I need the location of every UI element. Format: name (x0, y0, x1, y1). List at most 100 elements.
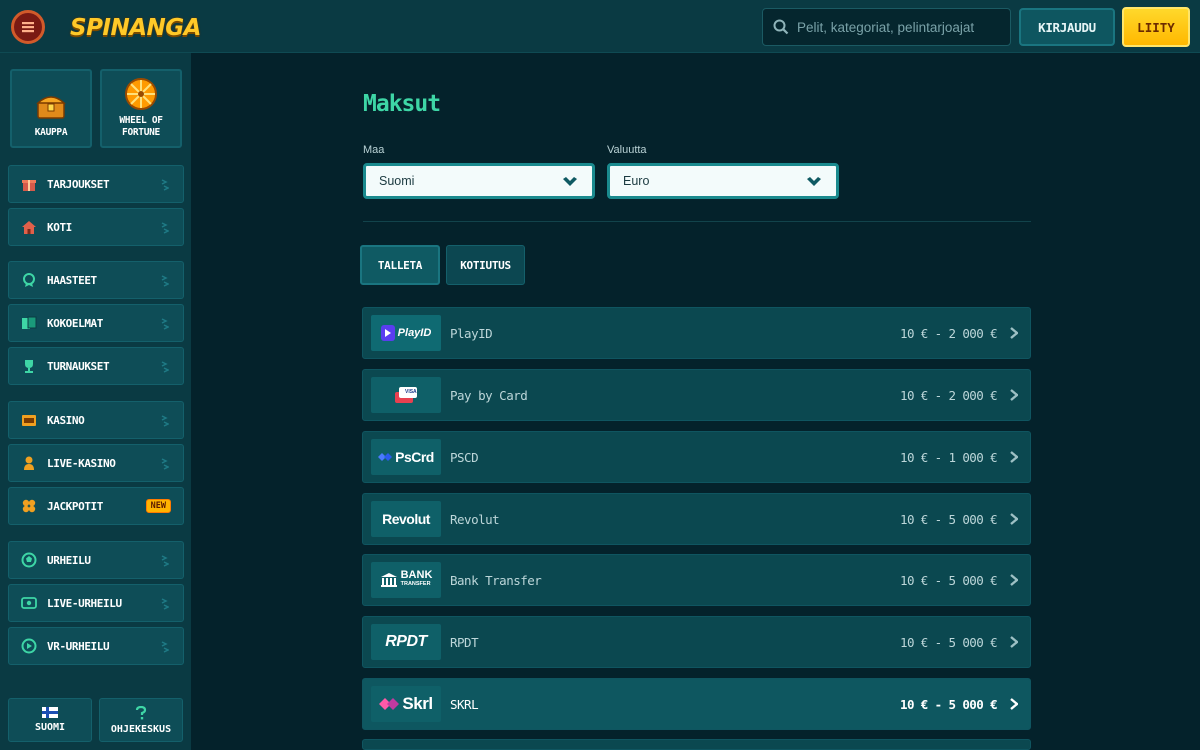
search-input[interactable] (797, 19, 997, 35)
cards-icon (20, 315, 37, 332)
currency-value: Euro (623, 174, 650, 188)
chevron-down-icon (807, 177, 821, 186)
gift-icon (20, 176, 37, 193)
sidebar-item-label: HAASTEET (47, 273, 97, 287)
sidebar-item-haasteet[interactable]: HAASTEET (8, 261, 184, 299)
drag-handle-icon (161, 222, 169, 234)
sidebar-item-label: KOTI (47, 220, 72, 234)
skrl-icon (379, 698, 400, 710)
sidebar-item-label: URHEILU (47, 553, 91, 567)
drag-handle-icon (161, 361, 169, 373)
chevron-right-icon (1010, 327, 1018, 339)
sidebar-item-vr-urheilu[interactable]: VR-URHEILU (8, 627, 184, 665)
rpdt-logo: RPDT (371, 624, 441, 660)
home-icon (20, 219, 37, 236)
drag-handle-icon (161, 179, 169, 191)
payment-method-name: PlayID (450, 326, 493, 341)
question-icon (135, 705, 147, 719)
payment-method-row[interactable]: PlayID PlayID 10 € - 2 000 € (362, 307, 1031, 359)
promo-shop[interactable]: KAUPPA (10, 69, 92, 148)
dealer-icon (20, 455, 37, 472)
payment-method-name: SKRL (450, 697, 479, 712)
trophy-icon (20, 358, 37, 375)
playid-logo: PlayID (371, 315, 441, 351)
sidebar-item-kokoelmat[interactable]: KOKOELMAT (8, 304, 184, 342)
skrl-logo: Skrl (371, 686, 441, 722)
payment-method-range: 10 € - 2 000 € (900, 388, 998, 403)
help-label: OHJEKESKUS (110, 723, 172, 735)
pscrd-icon (378, 453, 393, 461)
help-center-button[interactable]: OHJEKESKUS (99, 698, 183, 742)
country-label: Maa (363, 144, 385, 156)
brand-name: SPINANGA (70, 15, 201, 41)
country-value: Suomi (379, 174, 415, 188)
drag-handle-icon (161, 555, 169, 567)
currency-select[interactable]: Euro (607, 163, 839, 199)
promo-wheel-of-fortune[interactable]: WHEEL OF FORTUNE (100, 69, 182, 148)
payment-method-row[interactable]: BANK TRANSFER Bank Transfer 10 € - 5 000… (362, 554, 1031, 606)
brand-logo[interactable]: SPINANGA (70, 8, 201, 48)
sidebar-item-turnaukset[interactable]: TURNAUKSET (8, 347, 184, 385)
login-button[interactable]: KIRJAUDU (1019, 8, 1115, 46)
sidebar-item-urheilu[interactable]: URHEILU (8, 541, 184, 579)
sidebar-item-label: TURNAUKSET (47, 359, 110, 373)
page-title: Maksut (363, 91, 441, 117)
sidebar-item-kasino[interactable]: KASINO (8, 401, 184, 439)
search-box[interactable] (762, 8, 1011, 46)
payment-method-row[interactable]: Skrl SKRL 10 € - 5 000 € (362, 678, 1031, 730)
top-header: SPINANGA KIRJAUDU LIITY (0, 0, 1200, 53)
sidebar-item-label: VR-URHEILU (47, 639, 110, 653)
promo-label: WHEEL OF FORTUNE (119, 115, 163, 138)
tab-deposit[interactable]: TALLETA (360, 245, 440, 285)
sidebar-item-live-urheilu[interactable]: LIVE-URHEILU (8, 584, 184, 622)
sidebar-item-koti[interactable]: KOTI (8, 208, 184, 246)
ball-icon (20, 552, 37, 569)
payment-method-range: 10 € - 5 000 € (900, 635, 998, 650)
payment-method-range: 10 € - 2 000 € (900, 326, 998, 341)
clover-icon (20, 498, 37, 515)
payment-method-name: Revolut (450, 512, 500, 527)
chest-icon (36, 96, 66, 119)
chevron-right-icon (1010, 636, 1018, 648)
payment-method-range: 10 € - 1 000 € (900, 450, 998, 465)
chevron-right-icon (1010, 698, 1018, 710)
payment-method-row[interactable]: RPDT RPDT 10 € - 5 000 € (362, 616, 1031, 668)
tab-withdrawal[interactable]: KOTIUTUS (446, 245, 525, 285)
payment-method-name: Pay by Card (450, 388, 528, 403)
payment-method-row[interactable] (362, 739, 1031, 750)
language-label: SUOMI (34, 722, 66, 733)
join-button[interactable]: LIITY (1122, 7, 1190, 47)
vr-icon (20, 638, 37, 655)
payment-method-range: 10 € - 5 000 € (900, 573, 998, 588)
drag-handle-icon (161, 415, 169, 427)
menu-button[interactable] (11, 10, 45, 44)
medal-icon (20, 272, 37, 289)
chevron-right-icon (1010, 451, 1018, 463)
sidebar-item-jackpotit[interactable]: JACKPOTIT NEW (8, 487, 184, 525)
search-icon (773, 19, 789, 35)
drag-handle-icon (161, 318, 169, 330)
country-select[interactable]: Suomi (363, 163, 595, 199)
payment-method-range: 10 € - 5 000 € (900, 697, 998, 712)
wheel-icon (125, 78, 157, 110)
payment-method-name: RPDT (450, 635, 479, 650)
sidebar-item-label: KASINO (47, 413, 85, 427)
sidebar-item-label: LIVE-URHEILU (47, 596, 122, 610)
language-button[interactable]: SUOMI (8, 698, 92, 742)
slot-icon (20, 412, 37, 429)
chevron-right-icon (1010, 574, 1018, 586)
sidebar-item-label: JACKPOTIT (47, 499, 104, 513)
payment-method-name: Bank Transfer (450, 573, 542, 588)
payment-method-name: PSCD (450, 450, 479, 465)
live-icon (20, 595, 37, 612)
sidebar-item-tarjoukset[interactable]: TARJOUKSET (8, 165, 184, 203)
bank-transfer-logo: BANK TRANSFER (371, 562, 441, 598)
playid-icon (380, 325, 395, 341)
payment-method-row[interactable]: PsCrd PSCD 10 € - 1 000 € (362, 431, 1031, 483)
promo-label: KAUPPA (34, 127, 68, 138)
drag-handle-icon (161, 458, 169, 470)
payment-method-row[interactable]: VISA Pay by Card 10 € - 2 000 € (362, 369, 1031, 421)
payment-method-row[interactable]: Revolut Revolut 10 € - 5 000 € (362, 493, 1031, 545)
sidebar-item-live-kasino[interactable]: LIVE-KASINO (8, 444, 184, 482)
pscrd-logo: PsCrd (371, 439, 441, 475)
